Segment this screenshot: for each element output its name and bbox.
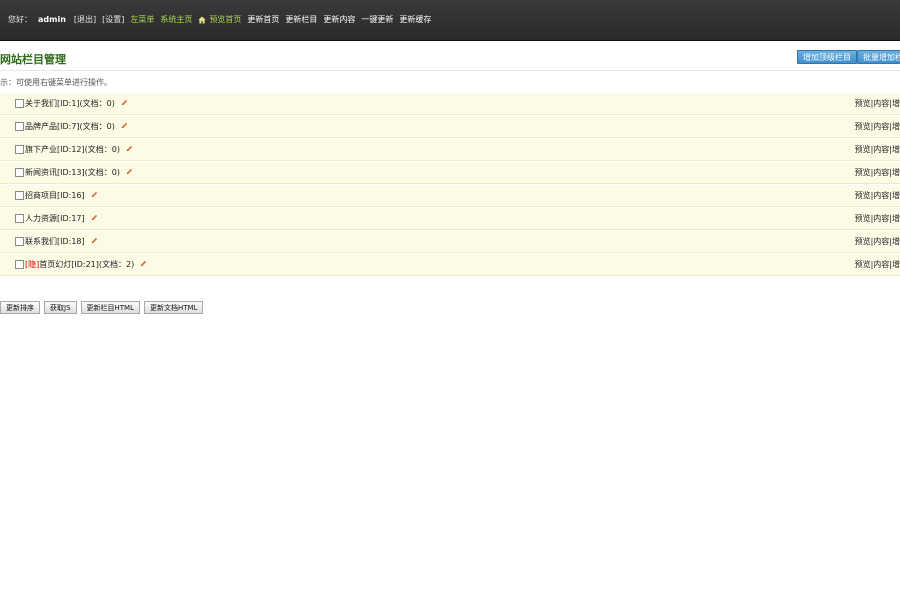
column-name[interactable]: 品牌产品[ID:7](文档：0) xyxy=(25,122,115,131)
column-row[interactable]: 关于我们[ID:1](文档：0) 预览|内容|增 xyxy=(0,93,900,115)
row-checkbox[interactable] xyxy=(15,99,24,108)
column-row[interactable]: 品牌产品[ID:7](文档：0) 预览|内容|增 xyxy=(0,116,900,138)
update-column-link[interactable]: 更新栏目 xyxy=(285,14,317,26)
pencil-icon[interactable] xyxy=(91,191,98,200)
update-sort-button[interactable]: 更新排序 xyxy=(0,301,40,314)
column-row[interactable]: 联系我们[ID:18] 预览|内容|增 xyxy=(0,231,900,253)
page-title-bar: 网站栏目管理 增加顶级栏目 批量增加栏目 xyxy=(0,46,900,71)
column-tree: 关于我们[ID:1](文档：0) 预览|内容|增 品牌产品[ID:7](文档：0) 预… xyxy=(0,93,900,277)
pencil-icon[interactable] xyxy=(121,122,128,131)
update-doc-html-button[interactable]: 更新文档HTML xyxy=(144,301,204,314)
column-label[interactable]: 品牌产品[ID:7](文档：0) xyxy=(25,121,128,132)
column-name[interactable]: 关于我们[ID:1](文档：0) xyxy=(25,99,115,108)
column-name[interactable]: 新闻资讯[ID:13](文档：0) xyxy=(25,168,120,177)
home-icon xyxy=(198,16,207,24)
row-operations[interactable]: 预览|内容|增 xyxy=(855,121,900,132)
row-checkbox[interactable] xyxy=(15,145,24,154)
column-name[interactable]: 首页幻灯[ID:21](文档：2) xyxy=(39,260,134,269)
pencil-icon[interactable] xyxy=(126,145,133,154)
update-content-link[interactable]: 更新内容 xyxy=(323,14,355,26)
row-checkbox[interactable] xyxy=(15,260,24,269)
column-label[interactable]: 新闻资讯[ID:13](文档：0) xyxy=(25,167,133,178)
column-name[interactable]: 旗下产业[ID:12](文档：0) xyxy=(25,145,120,154)
batch-add-column-button[interactable]: 批量增加栏目 xyxy=(857,50,900,64)
update-home-link[interactable]: 更新首页 xyxy=(247,14,279,26)
top-nav: 您好： admin [退出] [设置] 左菜单 系统主页 预览首页 更新首页 更… xyxy=(8,14,437,26)
preview-home-link[interactable]: 预览首页 xyxy=(209,14,241,26)
top-navigation-bar: 您好： admin [退出] [设置] 左菜单 系统主页 预览首页 更新首页 更… xyxy=(0,0,900,41)
one-click-update-link[interactable]: 一键更新 xyxy=(361,14,393,26)
usage-hint: 示：可使用右键菜单进行操作。 xyxy=(0,78,112,87)
column-name[interactable]: 联系我们[ID:18] xyxy=(25,237,85,246)
bottom-actions: 更新排序 获取JS 更新栏目HTML 更新文档HTML xyxy=(0,301,207,314)
get-js-button[interactable]: 获取JS xyxy=(44,301,77,314)
column-row[interactable]: 新闻资讯[ID:13](文档：0) 预览|内容|增 xyxy=(0,162,900,184)
pencil-icon[interactable] xyxy=(140,260,147,269)
hidden-tag: [隐] xyxy=(25,260,40,269)
pencil-icon[interactable] xyxy=(91,237,98,246)
column-label[interactable]: 联系我们[ID:18] xyxy=(25,236,98,247)
column-label[interactable]: 人力资源[ID:17] xyxy=(25,213,98,224)
column-row[interactable]: 人力资源[ID:17] 预览|内容|增 xyxy=(0,208,900,230)
username: admin xyxy=(38,15,66,24)
row-operations[interactable]: 预览|内容|增 xyxy=(855,190,900,201)
logout-link[interactable]: [退出] xyxy=(74,14,96,26)
column-name[interactable]: 人力资源[ID:17] xyxy=(25,214,85,223)
row-operations[interactable]: 预览|内容|增 xyxy=(855,259,900,270)
page-title: 网站栏目管理 xyxy=(0,53,66,66)
settings-link[interactable]: [设置] xyxy=(102,14,124,26)
row-operations[interactable]: 预览|内容|增 xyxy=(855,144,900,155)
column-row[interactable]: [隐]首页幻灯[ID:21](文档：2) 预览|内容|增 xyxy=(0,254,900,276)
add-top-column-button[interactable]: 增加顶级栏目 xyxy=(797,50,857,64)
system-home-link[interactable]: 系统主页 xyxy=(160,14,192,26)
row-operations[interactable]: 预览|内容|增 xyxy=(855,167,900,178)
row-operations[interactable]: 预览|内容|增 xyxy=(855,236,900,247)
left-menu-link[interactable]: 左菜单 xyxy=(130,14,154,26)
column-row[interactable]: 招商项目[ID:16] 预览|内容|增 xyxy=(0,185,900,207)
row-checkbox[interactable] xyxy=(15,237,24,246)
row-checkbox[interactable] xyxy=(15,214,24,223)
row-checkbox[interactable] xyxy=(15,168,24,177)
column-name[interactable]: 招商项目[ID:16] xyxy=(25,191,85,200)
update-cache-link[interactable]: 更新缓存 xyxy=(399,14,431,26)
row-operations[interactable]: 预览|内容|增 xyxy=(855,98,900,109)
row-checkbox[interactable] xyxy=(15,191,24,200)
column-label[interactable]: 招商项目[ID:16] xyxy=(25,190,98,201)
pencil-icon[interactable] xyxy=(126,168,133,177)
greeting-text: 您好： xyxy=(8,15,32,24)
column-label[interactable]: 旗下产业[ID:12](文档：0) xyxy=(25,144,133,155)
column-label[interactable]: 关于我们[ID:1](文档：0) xyxy=(25,98,128,109)
column-label[interactable]: [隐]首页幻灯[ID:21](文档：2) xyxy=(25,259,147,270)
column-row[interactable]: 旗下产业[ID:12](文档：0) 预览|内容|增 xyxy=(0,139,900,161)
pencil-icon[interactable] xyxy=(121,99,128,108)
row-operations[interactable]: 预览|内容|增 xyxy=(855,213,900,224)
update-column-html-button[interactable]: 更新栏目HTML xyxy=(80,301,140,314)
pencil-icon[interactable] xyxy=(91,214,98,223)
row-checkbox[interactable] xyxy=(15,122,24,131)
